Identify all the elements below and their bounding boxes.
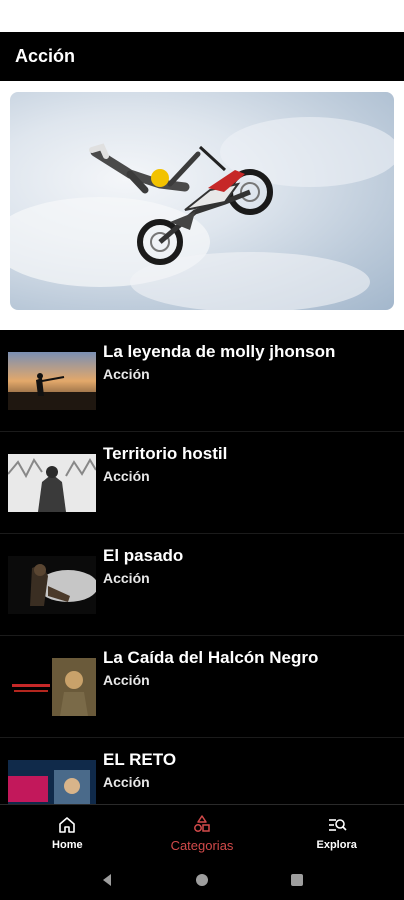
movie-thumbnail [8, 352, 96, 410]
back-button[interactable] [97, 870, 117, 890]
movie-genre: Acción [103, 672, 150, 688]
movie-title: La leyenda de molly jhonson [103, 342, 336, 361]
home-icon [59, 817, 76, 833]
motocross-illustration [10, 117, 394, 310]
movie-thumbnail [8, 454, 96, 512]
banner-image[interactable] [10, 92, 394, 310]
system-navigation-bar [0, 860, 404, 900]
list-item[interactable]: Territorio hostil Acción [0, 432, 404, 534]
movie-list[interactable]: La leyenda de molly jhonson Acción Terri… [0, 330, 404, 804]
movie-title: Territorio hostil [103, 444, 228, 463]
movie-genre: Acción [103, 366, 150, 382]
status-bar [0, 0, 404, 32]
movie-thumbnail [8, 760, 96, 804]
movie-genre: Acción [103, 570, 150, 586]
nav-categorias[interactable]: Categorias [135, 805, 270, 861]
nav-home[interactable]: Home [0, 805, 135, 861]
home-system-button[interactable] [192, 870, 212, 890]
nav-home-label: Home [52, 839, 83, 851]
page-title: Acción [15, 46, 76, 66]
banner-container [0, 81, 404, 326]
movie-title: EL RETO [103, 750, 177, 769]
movie-thumbnail [8, 658, 96, 716]
search-list-icon [328, 819, 347, 831]
recents-button[interactable] [287, 870, 307, 890]
list-item[interactable]: EL RETO Acción [0, 738, 404, 804]
list-item[interactable]: La leyenda de molly jhonson Acción [0, 330, 404, 432]
nav-explora[interactable]: Explora [269, 805, 404, 861]
movie-genre: Acción [103, 774, 150, 790]
nav-categorias-label: Categorias [170, 837, 234, 853]
shapes-icon [194, 814, 210, 832]
square-icon [290, 874, 303, 886]
bottom-navigation: Home Categorias Explora [0, 804, 404, 861]
app-bar: Acción [0, 32, 404, 81]
list-item[interactable]: El pasado Acción [0, 534, 404, 636]
movie-genre: Acción [103, 468, 150, 484]
circle-icon [195, 874, 208, 886]
nav-explora-label: Explora [316, 839, 357, 851]
movie-thumbnail [8, 556, 96, 614]
back-triangle-icon [103, 874, 112, 886]
list-item[interactable]: La Caída del Halcón Negro Acción [0, 636, 404, 738]
movie-title: El pasado [103, 546, 184, 565]
movie-title: La Caída del Halcón Negro [103, 648, 319, 667]
